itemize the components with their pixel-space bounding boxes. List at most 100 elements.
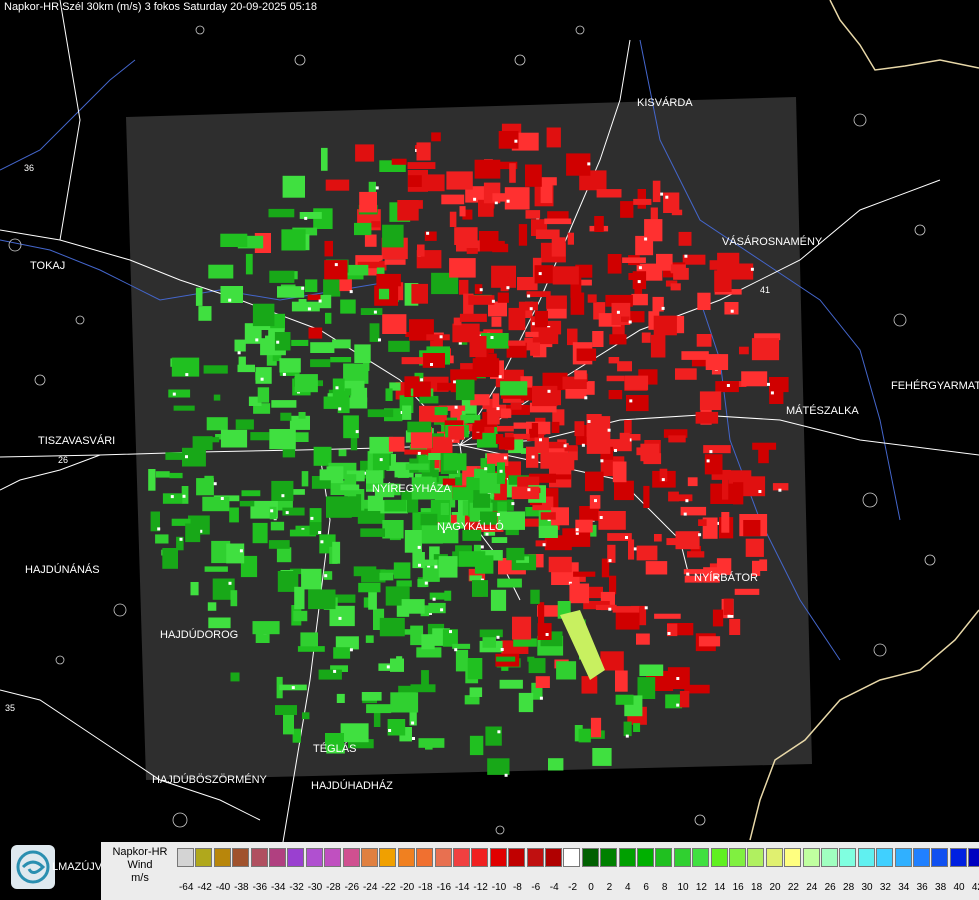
echo-receding	[573, 571, 596, 577]
echo-receding	[540, 512, 556, 520]
echo-approaching	[405, 463, 429, 470]
legend-tick-label: 32	[879, 882, 891, 893]
echo-approaching	[530, 589, 540, 604]
legend-swatch	[269, 848, 286, 867]
echo-zero	[170, 495, 174, 499]
legend-swatch	[839, 848, 857, 867]
echo-zero	[417, 451, 421, 455]
legend-swatch	[821, 848, 838, 867]
echo-approaching	[384, 499, 407, 512]
legend-tick-label: 2	[606, 882, 613, 893]
echo-zero	[625, 734, 629, 738]
echo-receding	[622, 257, 646, 263]
echo-zero	[220, 497, 224, 500]
legend-tick-label: -8	[512, 882, 522, 893]
echo-receding	[729, 619, 741, 635]
echo-receding	[538, 602, 545, 624]
echo-approaching	[428, 602, 446, 614]
echo-approaching	[302, 712, 310, 720]
echo-receding	[569, 583, 590, 604]
echo-receding	[454, 227, 478, 245]
echo-receding	[407, 162, 436, 169]
echo-receding	[500, 408, 512, 418]
echo-receding	[769, 377, 789, 393]
echo-zero	[608, 559, 612, 563]
echo-approaching	[396, 580, 412, 587]
echo-receding	[364, 234, 377, 247]
echo-approaching	[513, 638, 537, 647]
echo-approaching	[148, 469, 156, 491]
legend-tick-label: -26	[344, 882, 360, 893]
echo-zero	[547, 389, 551, 393]
legend-tick-label: -40	[215, 882, 231, 893]
echo-approaching	[294, 586, 305, 610]
legend-swatch	[434, 848, 452, 867]
echo-approaching	[379, 572, 394, 581]
city-label-teglas: TÉGLÁS	[313, 743, 357, 755]
echo-approaching	[390, 692, 419, 713]
echo-zero	[418, 563, 421, 567]
echo-approaching	[496, 462, 505, 484]
echo-zero	[496, 635, 500, 639]
echo-receding	[468, 295, 495, 305]
echo-receding	[487, 408, 500, 425]
echo-zero	[454, 405, 458, 409]
legend-swatch	[379, 848, 397, 867]
echo-approaching	[277, 286, 305, 298]
echo-approaching	[333, 647, 351, 659]
echo-approaching	[319, 469, 338, 481]
echo-approaching	[230, 672, 240, 682]
echo-receding	[687, 551, 705, 558]
echo-receding	[560, 452, 575, 471]
echo-zero	[301, 286, 305, 290]
echo-receding	[417, 244, 425, 257]
echo-approaching	[332, 378, 345, 402]
echo-receding	[595, 604, 617, 610]
echo-receding	[382, 314, 407, 334]
echo-zero	[661, 478, 665, 482]
echo-receding	[325, 179, 350, 191]
echo-approaching	[404, 530, 422, 553]
echo-zero	[607, 428, 611, 432]
radar-map[interactable]	[0, 0, 979, 900]
echo-receding	[530, 342, 540, 356]
echo-zero	[307, 307, 311, 311]
echo-approaching	[310, 359, 331, 368]
echo-zero	[426, 231, 430, 235]
echo-receding	[308, 327, 323, 339]
legend-tick-label: -10	[491, 882, 507, 893]
echo-receding	[466, 248, 478, 254]
echo-receding	[587, 294, 597, 303]
echo-receding	[551, 421, 560, 433]
legend-tick-label: -28	[326, 882, 341, 893]
echo-zero	[454, 648, 458, 652]
echo-approaching	[308, 589, 336, 610]
echo-approaching	[455, 379, 475, 401]
echo-receding	[619, 432, 630, 449]
napkor-logo-icon	[11, 845, 55, 889]
echo-zero	[417, 545, 421, 549]
echo-approaching	[378, 288, 390, 300]
echo-zero	[310, 516, 314, 520]
echo-zero	[511, 502, 515, 506]
echo-approaching	[169, 472, 183, 479]
echo-zero	[514, 139, 518, 143]
echo-approaching	[428, 453, 441, 460]
echo-zero	[538, 272, 542, 276]
echo-zero	[532, 322, 536, 326]
echo-zero	[545, 633, 549, 636]
echo-zero	[411, 721, 415, 725]
echo-approaching	[369, 323, 380, 342]
echo-zero	[497, 730, 501, 734]
echo-zero	[333, 669, 337, 673]
echo-approaching	[361, 692, 382, 701]
echo-zero	[318, 531, 322, 534]
legend-tick-label: 14	[714, 882, 726, 893]
echo-zero	[338, 407, 342, 411]
legend-tick-label: 28	[843, 882, 855, 893]
echo-receding	[504, 187, 530, 210]
echo-receding	[608, 357, 620, 364]
echo-receding	[641, 332, 651, 343]
echo-approaching	[269, 429, 296, 450]
echo-receding	[722, 477, 729, 500]
